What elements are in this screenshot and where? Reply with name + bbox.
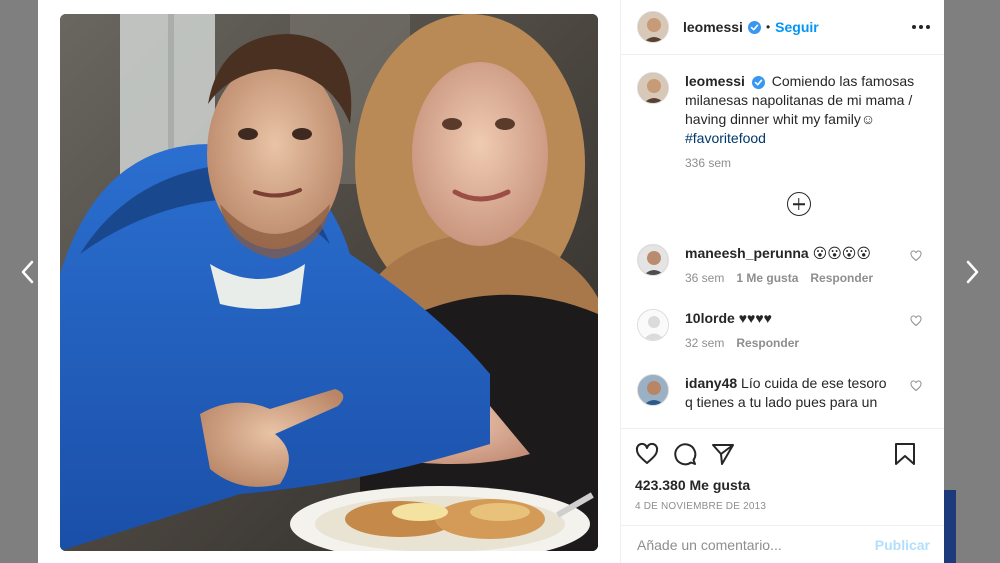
comments-list[interactable]: leomessi Comiendo las famosas milanesas … bbox=[621, 56, 944, 428]
share-button[interactable] bbox=[711, 442, 735, 466]
comment-body: idany48 Lío cuida de ese tesoro q tienes… bbox=[685, 374, 895, 412]
post-modal: leomessi • Seguir leomessi Comiendo las … bbox=[38, 0, 944, 563]
add-comment-bar: Publicar bbox=[621, 525, 944, 563]
comment-input[interactable] bbox=[637, 536, 875, 553]
caption-body: leomessi Comiendo las famosas milanesas … bbox=[685, 72, 925, 148]
comment-meta: 32 sem Responder bbox=[685, 336, 895, 350]
post-date[interactable]: 4 de noviembre de 2013 bbox=[635, 501, 930, 512]
heart-icon bbox=[635, 442, 659, 464]
caption-row: leomessi Comiendo las famosas milanesas … bbox=[637, 72, 928, 170]
send-icon bbox=[712, 444, 734, 465]
comment-body: maneesh_perunna 😮😮😮😮 bbox=[685, 244, 895, 263]
comment-username[interactable]: 10lorde bbox=[685, 310, 735, 326]
verified-badge-icon bbox=[747, 20, 761, 34]
bookmark-icon bbox=[895, 443, 915, 465]
publish-button[interactable]: Publicar bbox=[875, 537, 930, 553]
caption-username[interactable]: leomessi bbox=[685, 73, 745, 89]
comment-username[interactable]: idany48 bbox=[685, 375, 737, 391]
post-header: leomessi • Seguir bbox=[621, 0, 944, 55]
comment-icon bbox=[674, 443, 697, 466]
post-media-area bbox=[38, 0, 620, 563]
verified-badge-icon bbox=[751, 76, 765, 89]
more-options-icon[interactable] bbox=[912, 25, 930, 29]
follow-button[interactable]: Seguir bbox=[775, 19, 819, 35]
caption-hashtag[interactable]: #favoritefood bbox=[685, 130, 766, 146]
reply-button[interactable]: Responder bbox=[736, 336, 799, 350]
avatar[interactable] bbox=[637, 309, 669, 341]
background-fragment bbox=[944, 490, 956, 563]
avatar[interactable] bbox=[637, 11, 669, 43]
next-post-button[interactable] bbox=[962, 258, 984, 286]
list-item: idany48 Lío cuida de ese tesoro q tienes… bbox=[637, 374, 928, 412]
like-button[interactable] bbox=[635, 442, 659, 466]
comment-likes[interactable]: 1 Me gusta bbox=[736, 271, 798, 285]
comment-button[interactable] bbox=[673, 442, 697, 466]
plus-circle-icon[interactable] bbox=[786, 192, 811, 216]
comment-text: ♥♥♥♥ bbox=[738, 310, 772, 326]
comment-timestamp[interactable]: 32 sem bbox=[685, 336, 724, 350]
likes-count[interactable]: 423.380 Me gusta bbox=[635, 477, 930, 493]
comment-timestamp[interactable]: 36 sem bbox=[685, 271, 724, 285]
action-icons bbox=[635, 439, 930, 469]
previous-post-button[interactable] bbox=[16, 258, 38, 286]
avatar[interactable] bbox=[637, 374, 669, 406]
post-actions: 423.380 Me gusta 4 de noviembre de 2013 bbox=[621, 428, 944, 525]
list-item: 10lorde ♥♥♥♥ 32 sem Responder bbox=[637, 309, 928, 350]
comment-body: 10lorde ♥♥♥♥ bbox=[685, 309, 895, 328]
header-username[interactable]: leomessi bbox=[683, 19, 743, 35]
avatar[interactable] bbox=[637, 244, 669, 276]
comment-username[interactable]: maneesh_perunna bbox=[685, 245, 809, 261]
heart-icon[interactable] bbox=[910, 380, 922, 392]
comment-meta: 36 sem 1 Me gusta Responder bbox=[685, 271, 895, 285]
chevron-left-icon bbox=[21, 260, 34, 284]
avatar[interactable] bbox=[637, 72, 669, 104]
separator-dot: • bbox=[765, 20, 771, 34]
caption-timestamp[interactable]: 336 sem bbox=[685, 156, 731, 170]
post-photo[interactable] bbox=[60, 14, 598, 551]
save-button[interactable] bbox=[894, 442, 916, 466]
caption-meta: 336 sem bbox=[685, 156, 925, 170]
comment-text: 😮😮😮😮 bbox=[812, 245, 871, 261]
heart-icon[interactable] bbox=[910, 315, 922, 327]
list-item: maneesh_perunna 😮😮😮😮 36 sem 1 Me gusta R… bbox=[637, 244, 928, 285]
chevron-right-icon bbox=[966, 260, 979, 284]
heart-icon[interactable] bbox=[910, 250, 922, 262]
reply-button[interactable]: Responder bbox=[810, 271, 873, 285]
photo-illustration bbox=[60, 14, 598, 551]
post-sidebar: leomessi • Seguir leomessi Comiendo las … bbox=[620, 0, 944, 563]
